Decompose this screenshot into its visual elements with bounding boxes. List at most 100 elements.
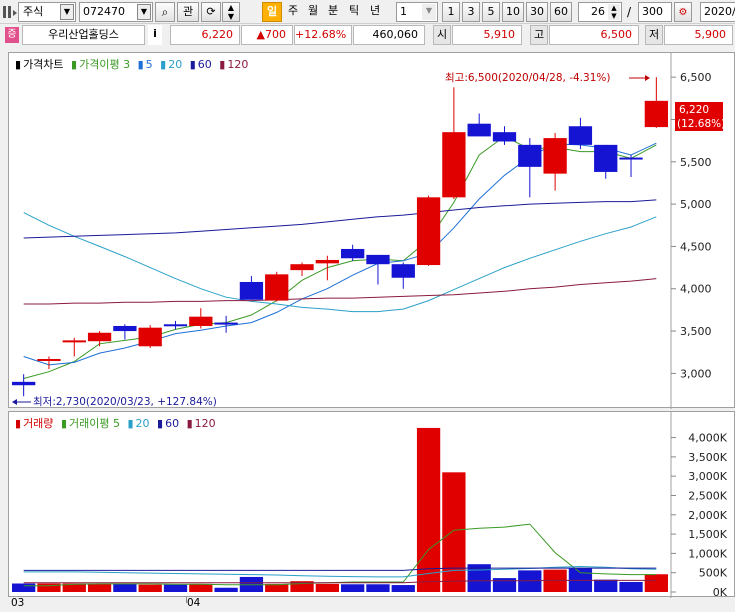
spin-icon: ▲ ▼: [608, 4, 620, 20]
monthly-tab[interactable]: 월: [304, 2, 322, 22]
refresh-button[interactable]: ⟳: [201, 2, 221, 22]
code-input-value: 072470: [83, 5, 125, 18]
monthly-tab-label: 월: [307, 4, 319, 17]
candle-body: [265, 274, 289, 301]
weekly-tab[interactable]: 주: [284, 2, 302, 22]
x-axis: 03 04: [8, 597, 735, 612]
price-tick-label: 5,000: [680, 198, 712, 211]
candle-body: [467, 123, 491, 137]
candle-body: [37, 358, 61, 361]
volume-chart-canvas[interactable]: 4,000K 3,500K 3,000K 2,500K 2,000K 1,500K 1,00…: [9, 412, 735, 598]
price-chart-panel: ▮가격차트 ▮가격이평 3 ▮5 ▮20 ▮60 ▮120 6,5006,000…: [8, 52, 735, 409]
trade-volume-value: 460,060: [372, 28, 419, 41]
price-tick-label: 6,500: [680, 71, 712, 84]
change-percent-value: +12.68%: [295, 28, 347, 41]
price-tick-label: 3,000: [680, 367, 712, 380]
count-separator: /: [627, 5, 632, 19]
settings-button[interactable]: ⚙: [674, 2, 692, 22]
high-price-value: 6,500: [600, 28, 633, 41]
settings-icon: ⚙: [678, 7, 688, 18]
volume-bar: [113, 583, 137, 592]
period-button-3[interactable]: 3: [462, 2, 480, 22]
tick-tab[interactable]: 틱: [345, 2, 363, 22]
price-tick-label: 3,500: [680, 325, 712, 338]
period-button-60[interactable]: 60: [550, 2, 572, 22]
search-button[interactable]: ⌕: [155, 2, 175, 22]
minute-tab-label: 분: [327, 4, 339, 17]
price-change: ▲700: [241, 25, 293, 45]
info-button[interactable]: i: [148, 25, 162, 45]
candle-body: [594, 144, 618, 172]
menu-icon[interactable]: [3, 4, 17, 20]
count-value: 26: [591, 5, 605, 18]
volume-chart-panel: ▮ 거래량 ▮ 거래이평 5 ▮ 20 ▮ 60 ▮ 120 4,000K 3,500K 3,…: [8, 411, 735, 598]
price-ma-60-line: [23, 199, 657, 239]
interval-value: 1: [400, 5, 407, 18]
max-annotation: 최고:6,500(2020/04/28, -4.31%): [445, 72, 610, 84]
stepper-button[interactable]: ▲ ▼: [222, 2, 240, 22]
period-label: 3: [467, 5, 475, 18]
period-button-5[interactable]: 5: [482, 2, 500, 22]
low-price-value: 5,900: [694, 28, 727, 41]
stock-name-text: 우리산업홀딩스: [48, 28, 119, 41]
yearly-tab-label: 년: [369, 4, 381, 17]
trade-volume: 460,060: [353, 25, 425, 45]
period-label: 30: [530, 5, 544, 18]
yearly-tab[interactable]: 년: [366, 2, 384, 22]
tick-tab-label: 틱: [348, 4, 360, 17]
volume-tick-label: 2,000K: [688, 509, 727, 522]
min-annotation: 최저:2,730(2020/03/23, +127.84%): [33, 396, 217, 408]
period-button-10[interactable]: 10: [502, 2, 524, 22]
price-tick-label: 5,500: [680, 156, 712, 169]
stock-name: 우리산업홀딩스: [22, 25, 145, 45]
volume-bar: [87, 583, 112, 592]
candle-body: [492, 132, 517, 142]
low-price: 5,900: [664, 25, 733, 45]
volume-bar: [391, 585, 415, 592]
period-button-1[interactable]: 1: [442, 2, 460, 22]
candle-body: [442, 132, 466, 198]
price-chart-canvas[interactable]: 6,5006,0005,5005,0004,5004,0003,5003,000…: [9, 53, 735, 409]
period-label: 5: [487, 5, 495, 18]
volume-tick-label: 2,500K: [688, 489, 727, 502]
candle-body: [315, 259, 339, 264]
volume-tick-label: 4,000K: [688, 432, 727, 445]
candle-body: [366, 254, 390, 265]
code-input[interactable]: 072470 ▼: [79, 2, 153, 22]
quote-bar: 증 우리산업홀딩스 i 6,220 ▲700 +12.68% 460,060 시…: [0, 24, 735, 46]
daily-tab[interactable]: 일: [262, 2, 282, 22]
period-button-30[interactable]: 30: [526, 2, 548, 22]
candle-body: [239, 281, 264, 300]
open-label: 시: [433, 25, 451, 45]
change-percent: +12.68%: [294, 25, 352, 45]
candle-body: [619, 157, 643, 160]
volume-tick-label: 1,500K: [688, 528, 727, 541]
volume-bar: [416, 427, 441, 592]
volume-bar: [138, 584, 162, 592]
x-axis-label: 03: [11, 597, 25, 609]
date-input[interactable]: 2020/: [700, 2, 735, 22]
daily-tab-label: 일: [266, 5, 278, 18]
market-select[interactable]: 주식 ▼: [18, 2, 76, 22]
low-label: 저: [645, 25, 663, 45]
volume-bar: [214, 587, 238, 592]
candle-body: [416, 197, 441, 266]
candle-body: [568, 126, 593, 145]
candle-body: [12, 381, 36, 386]
stock-chart-window: 주식 ▼ 072470 ▼ ⌕ 관 ⟳ ▲ ▼ 일 주 월 분 틱 년 1 ▼ 1…: [0, 0, 735, 612]
volume-bar: [644, 574, 668, 592]
interval-select[interactable]: 1 ▼: [396, 2, 438, 22]
volume-bar: [315, 583, 339, 592]
volume-bar: [163, 584, 188, 592]
count-input[interactable]: 26 ▲ ▼: [578, 2, 622, 22]
candle-body: [391, 264, 415, 278]
candle-body: [87, 332, 112, 342]
total-input[interactable]: 300: [638, 2, 672, 22]
gwan-button[interactable]: 관: [177, 2, 199, 22]
minute-tab[interactable]: 분: [324, 2, 342, 22]
info-button-label: i: [153, 27, 157, 40]
period-label: 60: [554, 5, 568, 18]
candle-body: [163, 324, 188, 327]
search-icon: ⌕: [161, 5, 169, 19]
volume-bar: [619, 581, 643, 592]
